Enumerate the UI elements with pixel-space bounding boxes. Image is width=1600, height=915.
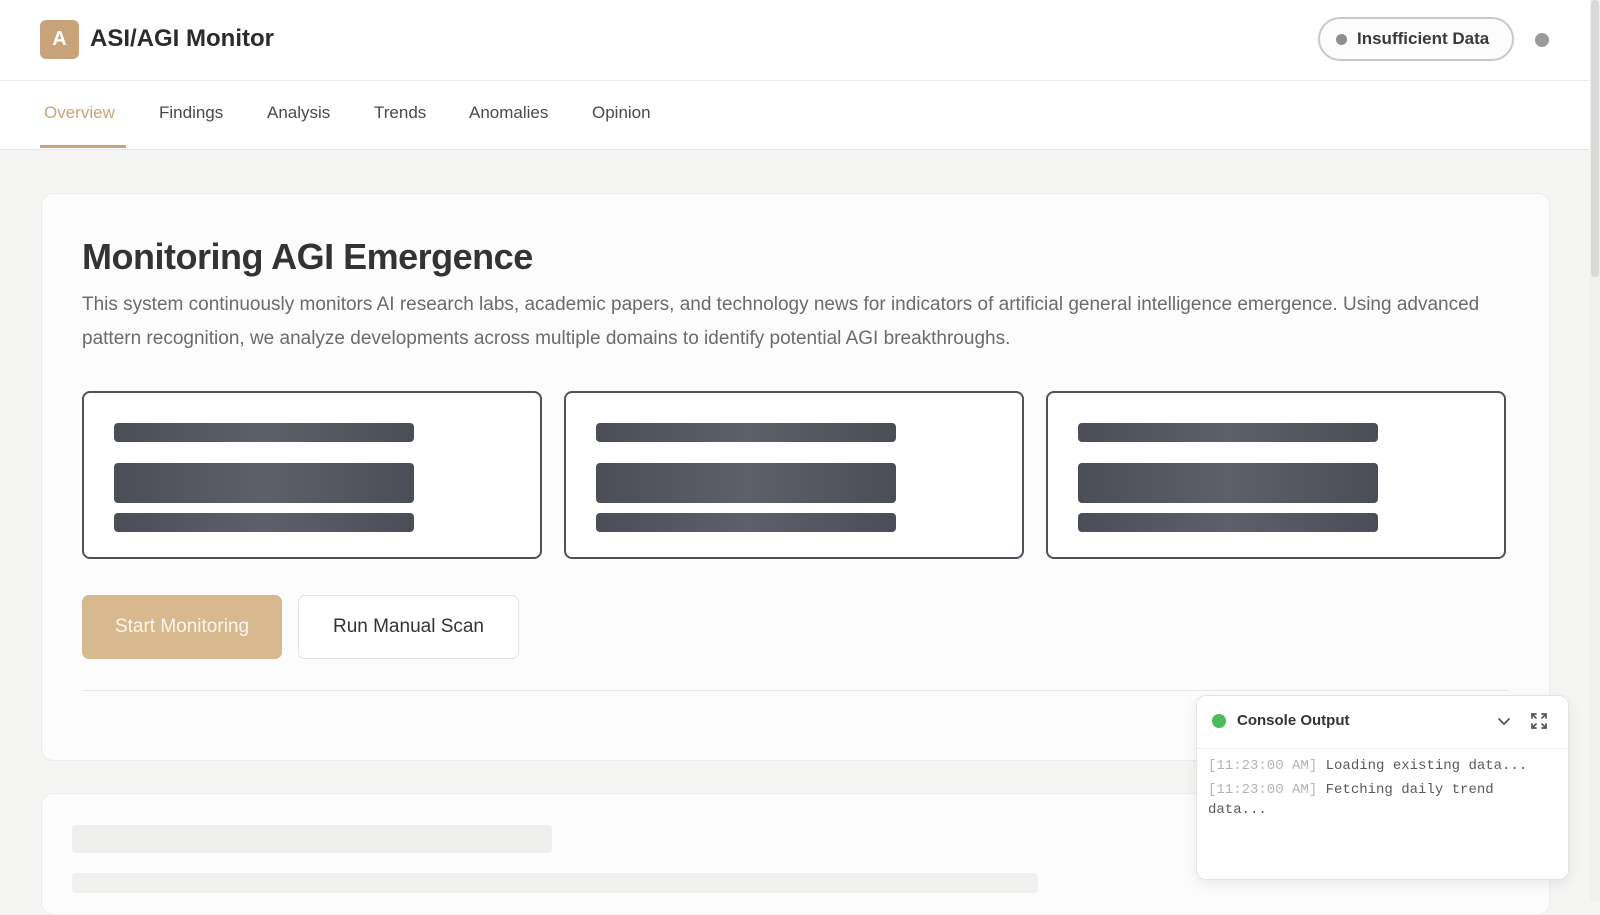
- skeleton-bar: [1078, 463, 1378, 503]
- skeleton-bar: [114, 423, 414, 442]
- page-title: Monitoring AGI Emergence: [82, 236, 533, 277]
- active-tab-indicator: [40, 145, 126, 148]
- console-title: Console Output: [1237, 712, 1350, 729]
- page-description: This system continuously monitors AI res…: [82, 294, 1480, 349]
- tab-anomalies[interactable]: Anomalies: [465, 103, 552, 123]
- console-status-dot-icon: [1212, 714, 1226, 728]
- connection-indicator-icon: [1535, 33, 1549, 47]
- skeleton-bar: [114, 513, 414, 532]
- app-title: ASI/AGI Monitor: [90, 25, 274, 52]
- console-header: Console Output: [1197, 696, 1568, 749]
- console-log: [11:23:00 AM] Loading existing data... […: [1208, 756, 1560, 824]
- skeleton-bar: [114, 463, 414, 503]
- skeleton-bar: [1078, 423, 1378, 442]
- app-header: A ASI/AGI Monitor Insufficient Data: [0, 0, 1590, 81]
- stat-card-skeleton: [82, 391, 542, 559]
- expand-icon[interactable]: [1528, 710, 1550, 732]
- tab-analysis[interactable]: Analysis: [263, 103, 334, 123]
- log-timestamp: [11:23:00 AM]: [1208, 782, 1318, 798]
- tab-opinion[interactable]: Opinion: [588, 103, 655, 123]
- chevron-down-icon[interactable]: [1493, 710, 1515, 732]
- skeleton-line: [72, 825, 552, 853]
- status-dot-icon: [1336, 33, 1347, 45]
- tab-overview[interactable]: Overview: [40, 103, 119, 123]
- tab-findings[interactable]: Findings: [155, 103, 227, 123]
- skeleton-bar: [1078, 513, 1378, 532]
- app-logo: A: [40, 20, 79, 59]
- skeleton-bar: [596, 463, 896, 503]
- run-manual-scan-button[interactable]: Run Manual Scan: [298, 595, 519, 659]
- status-label: Insufficient Data: [1357, 29, 1490, 48]
- status-badge[interactable]: Insufficient Data: [1318, 17, 1514, 61]
- log-line: [11:23:00 AM] Fetching daily trend data.…: [1208, 780, 1560, 820]
- scrollbar-thumb[interactable]: [1591, 0, 1599, 277]
- divider: [82, 690, 1509, 691]
- start-monitoring-button[interactable]: Start Monitoring: [82, 595, 282, 659]
- console-panel: Console Output [11:23:00 AM] Loading exi…: [1196, 695, 1569, 880]
- log-line: [11:23:00 AM] Loading existing data...: [1208, 756, 1560, 776]
- overview-card: Monitoring AGI Emergence This system con…: [41, 193, 1550, 761]
- stat-card-skeleton: [564, 391, 1024, 559]
- skeleton-line: [72, 873, 1038, 893]
- stat-card-skeleton: [1046, 391, 1506, 559]
- skeleton-bar: [596, 513, 896, 532]
- tab-trends[interactable]: Trends: [370, 103, 430, 123]
- log-timestamp: [11:23:00 AM]: [1208, 758, 1318, 774]
- log-message: Loading existing data...: [1325, 758, 1528, 774]
- skeleton-bar: [596, 423, 896, 442]
- tab-bar: Overview Findings Analysis Trends Anomal…: [0, 81, 1590, 150]
